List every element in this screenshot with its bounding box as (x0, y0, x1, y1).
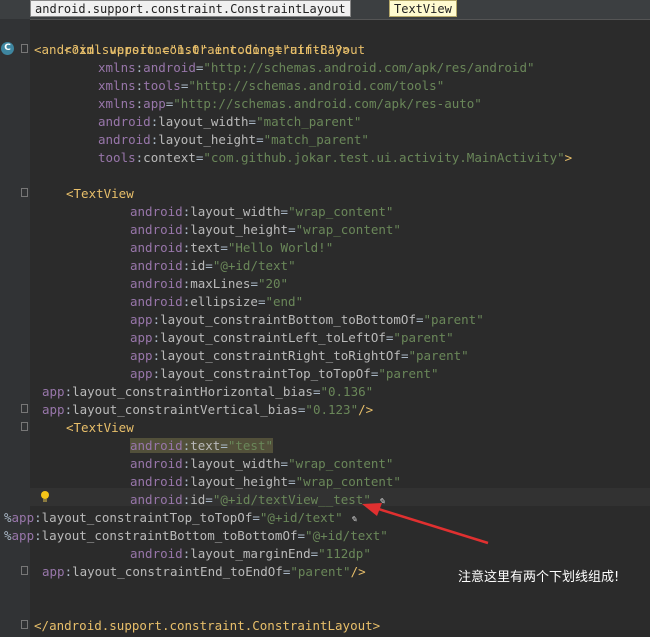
annotation-arrow (362, 503, 489, 545)
annotation-note: 注意这里有两个下划线组成! (458, 570, 620, 585)
annotation-arrow-line (371, 505, 489, 545)
annotation-arrow-head (362, 503, 382, 516)
